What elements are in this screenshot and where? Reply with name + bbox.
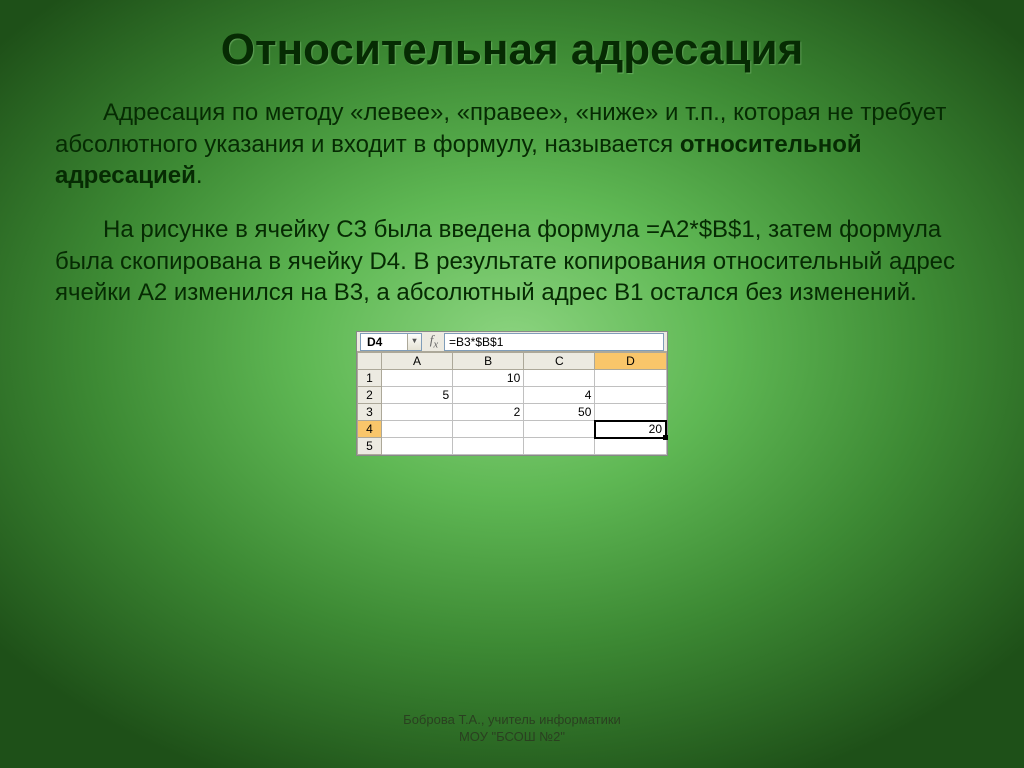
row-2[interactable]: 2 — [358, 387, 382, 404]
cell-D4[interactable]: 20 — [595, 421, 666, 438]
cell-B3[interactable]: 2 — [453, 404, 524, 421]
spreadsheet-figure: D4 ▾ fx =B3*$B$1 A B C D 1 10 2 5 4 3 — [356, 331, 668, 456]
cell-A3[interactable] — [382, 404, 453, 421]
body-text: Адресация по методу «левее», «правее», «… — [0, 75, 1024, 309]
p1-end: . — [196, 162, 203, 189]
footer: Боброва Т.А., учитель информатики МОУ "Б… — [0, 712, 1024, 746]
cell-B2[interactable] — [453, 387, 524, 404]
cell-B5[interactable] — [453, 438, 524, 455]
cell-C3[interactable]: 50 — [524, 404, 595, 421]
cell-D2[interactable] — [595, 387, 666, 404]
row-4[interactable]: 4 — [358, 421, 382, 438]
col-A[interactable]: A — [382, 353, 453, 370]
cell-A4[interactable] — [382, 421, 453, 438]
cell-A2[interactable]: 5 — [382, 387, 453, 404]
name-box[interactable]: D4 ▾ — [360, 333, 422, 351]
footer-line-2: МОУ "БСОШ №2" — [0, 729, 1024, 746]
fx-icon[interactable]: fx — [424, 332, 444, 351]
cell-B4[interactable] — [453, 421, 524, 438]
slide-title: Относительная адресация — [0, 0, 1024, 75]
col-D[interactable]: D — [595, 353, 666, 370]
cell-D1[interactable] — [595, 370, 666, 387]
row-5[interactable]: 5 — [358, 438, 382, 455]
row-3[interactable]: 3 — [358, 404, 382, 421]
formula-bar: D4 ▾ fx =B3*$B$1 — [357, 332, 667, 352]
cell-C4[interactable] — [524, 421, 595, 438]
col-B[interactable]: B — [453, 353, 524, 370]
select-all-corner[interactable] — [358, 353, 382, 370]
cell-A1[interactable] — [382, 370, 453, 387]
paragraph-2: На рисунке в ячейку С3 была введена форм… — [55, 214, 969, 309]
paragraph-1: Адресация по методу «левее», «правее», «… — [55, 97, 969, 192]
cell-C2[interactable]: 4 — [524, 387, 595, 404]
grid: A B C D 1 10 2 5 4 3 2 50 4 — [357, 352, 667, 455]
cell-C5[interactable] — [524, 438, 595, 455]
cell-D3[interactable] — [595, 404, 666, 421]
cell-D5[interactable] — [595, 438, 666, 455]
cell-C1[interactable] — [524, 370, 595, 387]
name-box-value: D4 — [367, 335, 382, 349]
cell-B1[interactable]: 10 — [453, 370, 524, 387]
cell-A5[interactable] — [382, 438, 453, 455]
row-1[interactable]: 1 — [358, 370, 382, 387]
dropdown-icon[interactable]: ▾ — [407, 334, 421, 350]
formula-field[interactable]: =B3*$B$1 — [444, 333, 664, 351]
footer-line-1: Боброва Т.А., учитель информатики — [0, 712, 1024, 729]
col-C[interactable]: C — [524, 353, 595, 370]
